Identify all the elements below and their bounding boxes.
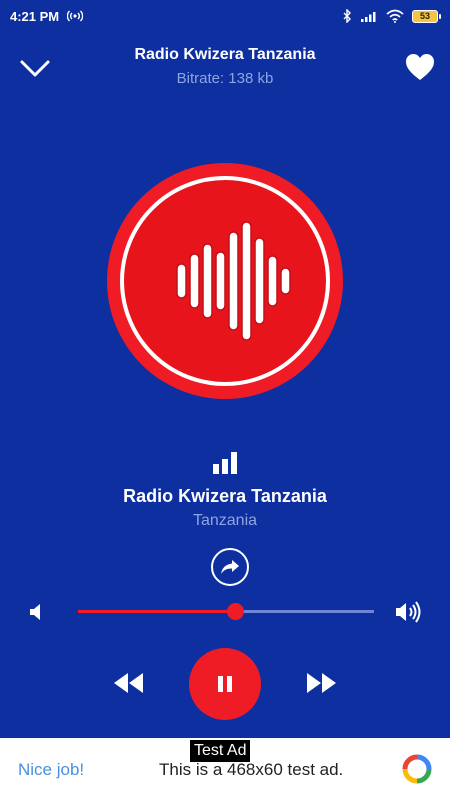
- status-time: 4:21 PM: [10, 8, 60, 24]
- ad-network-logo-icon: [402, 754, 432, 784]
- status-bar: 4:21 PM 53: [0, 0, 450, 32]
- hotspot-icon: [67, 10, 84, 22]
- cell-signal-icon: [361, 12, 376, 22]
- heart-icon: [406, 54, 434, 80]
- fast-forward-icon: [307, 673, 336, 693]
- status-bar-right: 53: [342, 9, 441, 23]
- artwork-ring: [120, 176, 330, 386]
- status-bar-left: 4:21 PM: [10, 8, 84, 24]
- volume-low-icon[interactable]: [28, 601, 46, 623]
- bluetooth-icon: [343, 9, 351, 23]
- ad-cta-text: Nice job!: [18, 760, 85, 779]
- favorite-button[interactable]: [404, 52, 436, 82]
- sound-wave-icon: [176, 221, 291, 341]
- rewind-icon: [114, 673, 143, 693]
- header: Radio Kwizera Tanzania Bitrate: 138 kb: [0, 40, 450, 96]
- ad-label: Test Ad: [190, 740, 251, 762]
- share-arrow-icon: [221, 560, 239, 574]
- battery-indicator: 53: [412, 9, 441, 23]
- signal-bars-icon: [213, 452, 237, 474]
- station-artwork: [107, 163, 343, 399]
- header-bitrate: Bitrate: 138 kb: [176, 70, 274, 87]
- fast-forward-button[interactable]: [304, 670, 338, 696]
- station-name: Radio Kwizera Tanzania: [123, 486, 327, 506]
- header-title: Radio Kwizera Tanzania: [134, 46, 316, 63]
- station-country: Tanzania: [192, 512, 258, 529]
- volume-slider[interactable]: [78, 603, 374, 620]
- share-button[interactable]: [211, 548, 249, 586]
- ad-body-text: This is a 468x60 test ad.: [159, 760, 344, 779]
- wifi-icon: [386, 9, 404, 23]
- volume-slider-thumb[interactable]: [226, 603, 244, 620]
- volume-slider-fill: [78, 610, 235, 613]
- rewind-button[interactable]: [112, 670, 146, 696]
- volume-high-icon[interactable]: [394, 599, 424, 625]
- pause-button[interactable]: [189, 648, 261, 720]
- pause-icon: [218, 676, 232, 692]
